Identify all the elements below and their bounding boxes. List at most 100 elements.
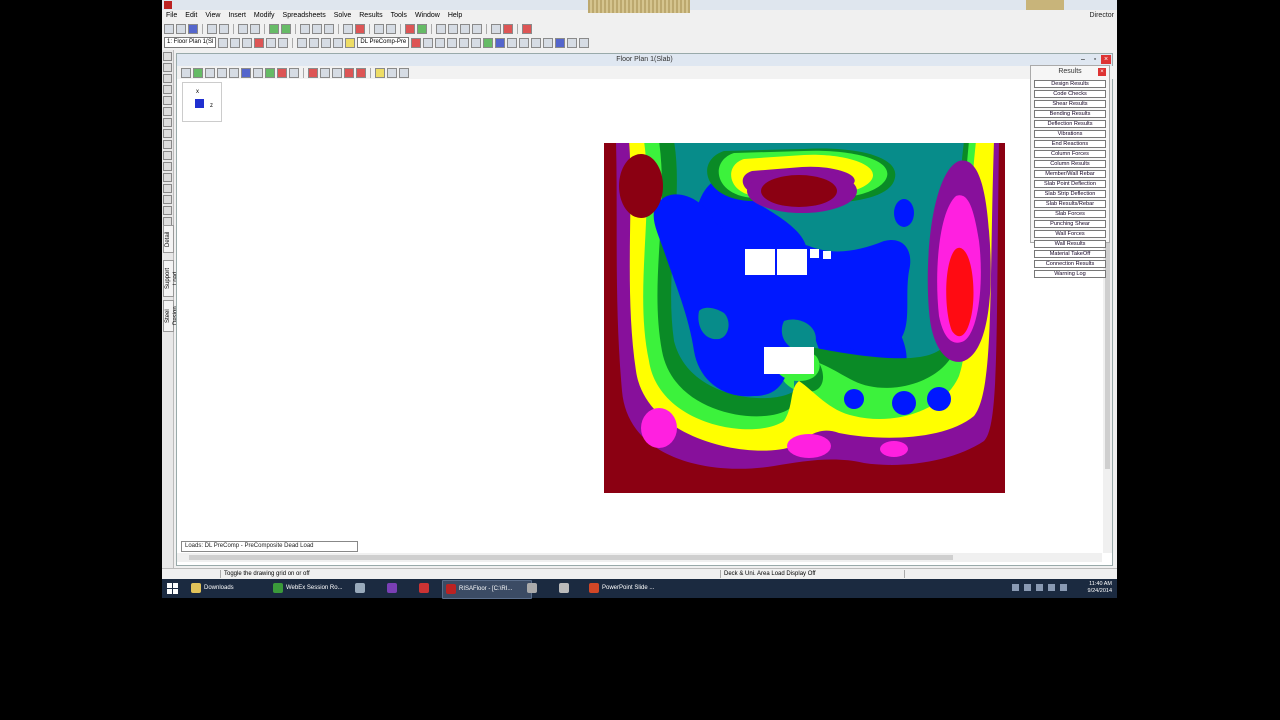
results-icon[interactable] (436, 23, 446, 34)
grid-icon[interactable] (300, 23, 310, 34)
print-icon[interactable] (219, 23, 229, 34)
chart-icon[interactable] (472, 23, 482, 34)
results-shear-results-button[interactable]: Shear Results (1034, 100, 1106, 108)
dimension-icon[interactable] (531, 37, 542, 48)
open-file-icon[interactable] (176, 23, 186, 34)
line-select-icon[interactable] (205, 67, 215, 78)
network-icon[interactable] (1024, 584, 1031, 591)
globe-icon[interactable] (269, 23, 279, 34)
menu-window[interactable]: Window (411, 11, 444, 21)
support-display-icon[interactable] (459, 37, 470, 48)
clone-view-icon[interactable] (266, 37, 277, 48)
tab-support-load[interactable]: Support Load (163, 260, 179, 297)
menu-edit[interactable]: Edit (181, 11, 201, 21)
menu-help[interactable]: Help (444, 11, 466, 21)
select-all-icon[interactable] (193, 67, 203, 78)
draw-area-load-icon[interactable] (163, 151, 172, 160)
keyboard-icon[interactable] (1012, 584, 1019, 591)
draw-wall-icon[interactable] (163, 85, 172, 94)
save-selection-icon[interactable] (265, 67, 275, 78)
box-select-icon[interactable] (217, 67, 227, 78)
slab-display-icon[interactable] (519, 37, 530, 48)
joint-display-icon[interactable] (447, 37, 458, 48)
cancel-icon[interactable] (356, 67, 366, 78)
results-wall-results-button[interactable]: Wall Results (1034, 240, 1106, 248)
draw-column-icon[interactable] (163, 74, 172, 83)
draw-modify-icon[interactable] (163, 206, 172, 215)
draw-strip-icon[interactable] (163, 173, 172, 182)
draw-load-icon[interactable] (163, 118, 172, 127)
results-column-results-button[interactable]: Column Results (1034, 160, 1106, 168)
volume-icon[interactable] (1060, 584, 1067, 591)
results-material-takeoff-button[interactable]: Material TakeOff (1034, 250, 1106, 258)
drag-icon[interactable] (289, 67, 299, 78)
delete-icon[interactable] (344, 67, 354, 78)
redraw-icon[interactable] (254, 37, 265, 48)
load-combo-selector[interactable]: DL PreComp-Pre (357, 37, 410, 48)
wand-icon[interactable] (332, 67, 342, 78)
menu-insert[interactable]: Insert (224, 11, 250, 21)
gear-icon[interactable] (567, 37, 578, 48)
results-connection-results-button[interactable]: Connection Results (1034, 260, 1106, 268)
slab-icon[interactable] (324, 23, 334, 34)
solve-icon[interactable] (405, 23, 415, 34)
zoom-window-icon[interactable] (278, 37, 289, 48)
load-display-icon[interactable] (411, 37, 422, 48)
task-downloads[interactable]: Downloads (188, 580, 278, 597)
lc-icon[interactable] (417, 23, 427, 34)
menu-solve[interactable]: Solve (330, 11, 356, 21)
results-slab-forces-button[interactable]: Slab Forces (1034, 210, 1106, 218)
copy-icon[interactable] (207, 23, 217, 34)
spreadsheet-icon[interactable] (386, 23, 396, 34)
draw-line-load-icon[interactable] (163, 140, 172, 149)
color-icon[interactable] (483, 37, 494, 48)
zoom-in-icon[interactable] (297, 37, 308, 48)
doc-minimize-button[interactable]: – (1078, 55, 1088, 64)
task-app[interactable] (524, 580, 538, 597)
strip-icon[interactable] (543, 37, 554, 48)
doc-maximize-button[interactable]: ▫ (1090, 55, 1100, 64)
results-bending-results-button[interactable]: Bending Results (1034, 110, 1106, 118)
results-wall-forces-button[interactable]: Wall Forces (1034, 230, 1106, 238)
results-vibrations-button[interactable]: Vibrations (1034, 130, 1106, 138)
menu-spreadsheets[interactable]: Spreadsheets (279, 11, 330, 21)
draw-design-icon[interactable] (163, 184, 172, 193)
horizontal-scrollbar[interactable] (177, 553, 1102, 562)
menu-file[interactable]: File (162, 11, 181, 21)
menu-tools[interactable]: Tools (387, 11, 411, 21)
table-icon[interactable] (374, 23, 384, 34)
task-app[interactable] (352, 580, 366, 597)
results-deflection-results-button[interactable]: Deflection Results (1034, 120, 1106, 128)
close-icon[interactable]: × (1098, 68, 1106, 76)
zoom-out-icon[interactable] (309, 37, 320, 48)
tools-icon[interactable] (522, 23, 532, 34)
wall-display-icon[interactable] (507, 37, 518, 48)
draw-beam-icon[interactable] (163, 63, 172, 72)
results-slab-point-deflection-button[interactable]: Slab Point Deflection (1034, 180, 1106, 188)
pointer-icon[interactable] (181, 67, 191, 78)
deck-display-icon[interactable] (495, 37, 506, 48)
invert-select-icon[interactable] (241, 67, 251, 78)
report-icon[interactable] (448, 23, 458, 34)
lightning-icon[interactable] (423, 37, 434, 48)
task-app[interactable] (384, 580, 398, 597)
tray-clock[interactable]: 11:40 AM 9/24/2014 (1088, 581, 1112, 595)
display-icon[interactable] (1048, 584, 1055, 591)
criteria-select-icon[interactable] (253, 67, 263, 78)
windows-start-icon[interactable] (167, 583, 179, 595)
doc-close-button[interactable]: × (1101, 55, 1111, 64)
results-punching-shear-button[interactable]: Punching Shear (1034, 220, 1106, 228)
draw-slab-icon[interactable] (163, 96, 172, 105)
box-unselect-icon[interactable] (229, 67, 239, 78)
redo-icon[interactable] (250, 23, 260, 34)
menu-modify[interactable]: Modify (250, 11, 279, 21)
new-file-icon[interactable] (164, 23, 174, 34)
results-code-checks-button[interactable]: Code Checks (1034, 90, 1106, 98)
plan-view-icon[interactable] (242, 37, 253, 48)
select-icon[interactable] (163, 52, 172, 61)
task-powerpoint[interactable]: PowerPoint Slide ... (586, 580, 674, 597)
grid-toggle-icon[interactable] (387, 67, 397, 78)
iso-view-icon[interactable] (230, 37, 241, 48)
load-icon[interactable] (355, 23, 365, 34)
pen-icon[interactable] (579, 37, 590, 48)
